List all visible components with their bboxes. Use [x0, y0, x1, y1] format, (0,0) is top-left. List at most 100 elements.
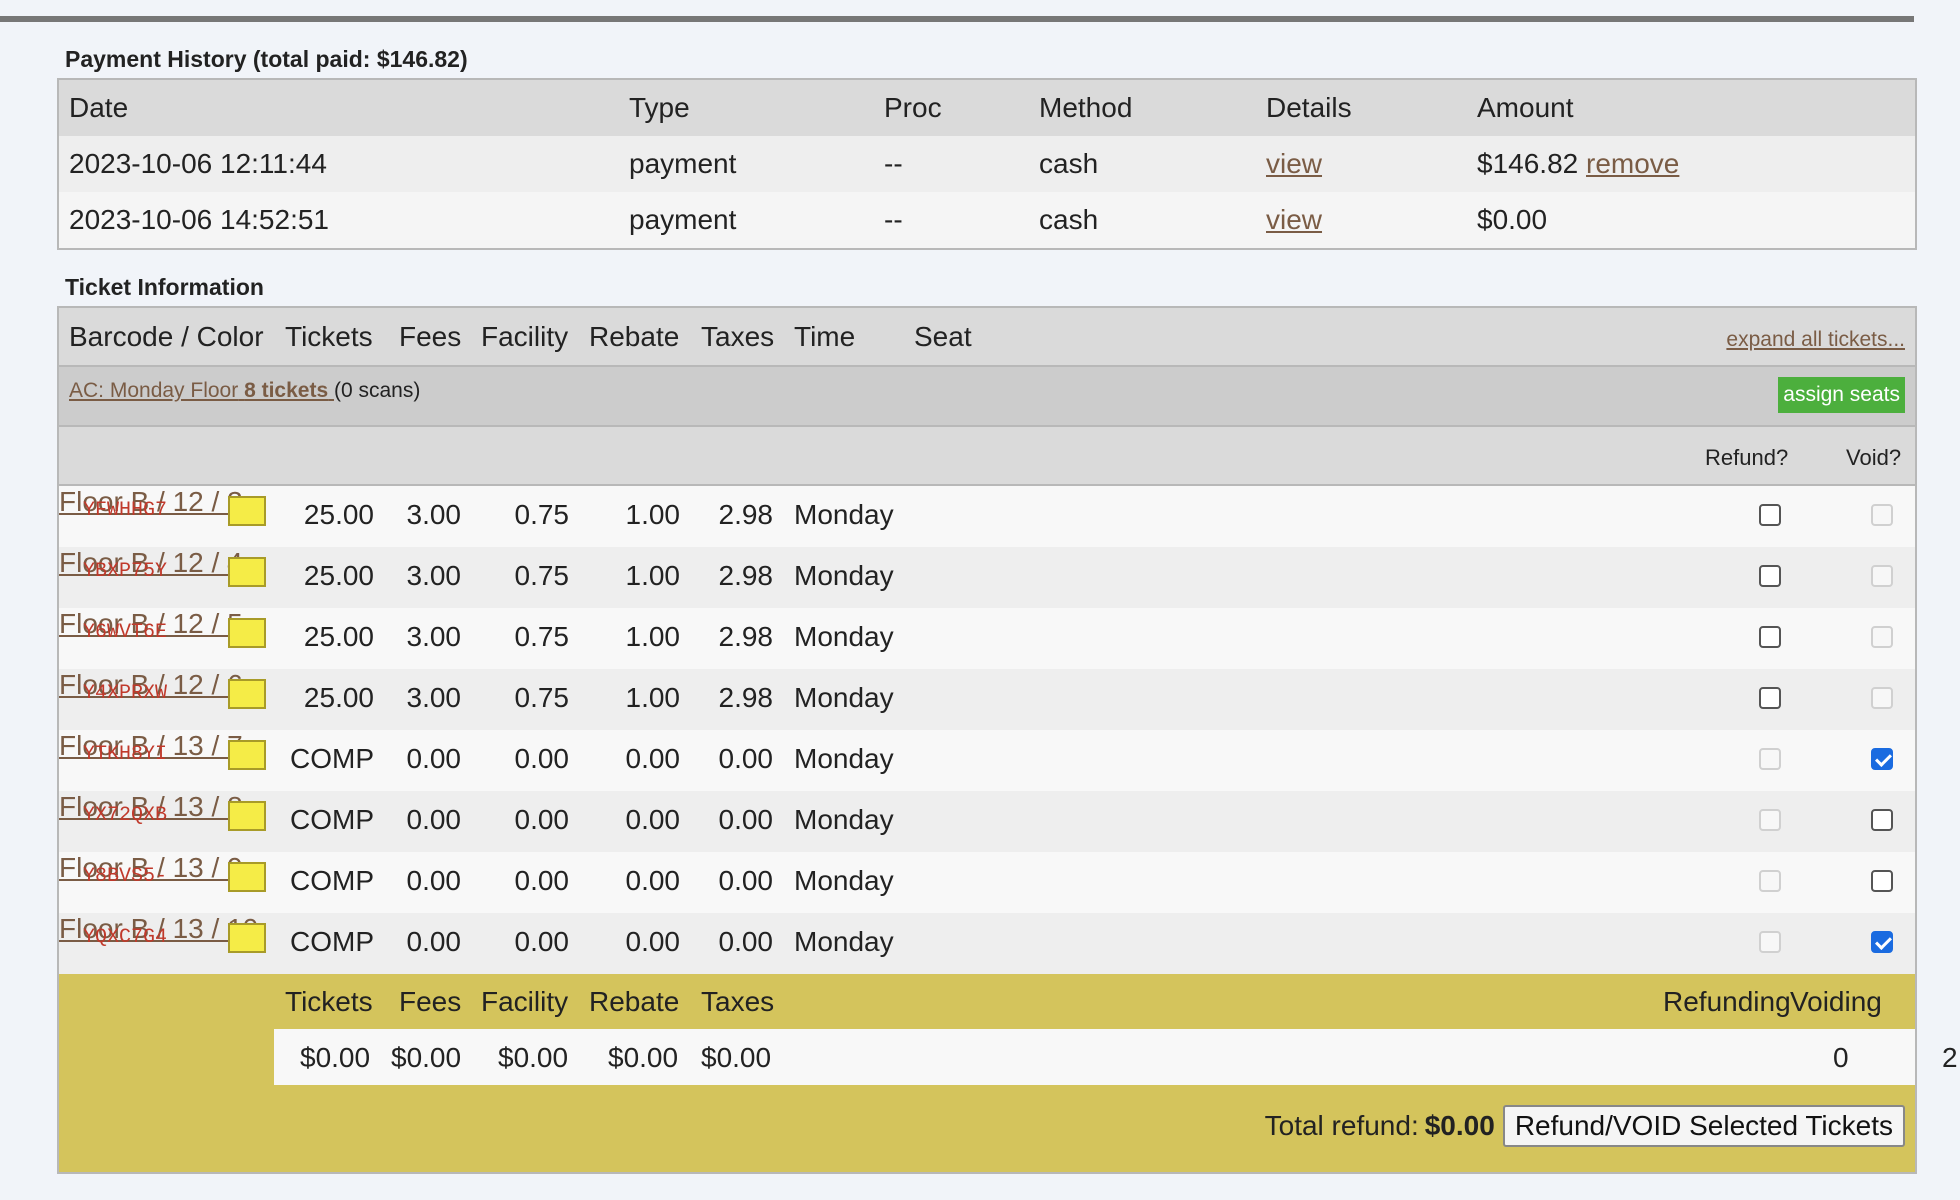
refund-checkbox[interactable]	[1759, 504, 1781, 526]
ticket-row: YFWHHG7 25.00 3.00 0.75 1.00 2.98 Monday Floor …	[59, 486, 1915, 547]
ticket-facility: 0.00	[514, 743, 570, 774]
total-refund-amount: $0.00	[1424, 1110, 1495, 1141]
void-column-label: Void?	[1846, 445, 1902, 470]
payment-details-cell: view	[1256, 136, 1467, 192]
refund-checkbox	[1759, 870, 1781, 892]
ticket-color-swatch	[228, 557, 266, 587]
ticket-time: Monday	[794, 621, 894, 652]
ticket-price: 25.00	[303, 682, 374, 713]
ticket-barcode: YTKH8YI	[83, 743, 168, 766]
ticket-color-swatch	[228, 801, 266, 831]
ticket-barcode: Y6WVT6E	[83, 621, 168, 644]
summary-header-refunding: Refunding	[1663, 986, 1791, 1017]
summary-header-rebate: Rebate	[589, 986, 680, 1017]
void-checkbox[interactable]	[1871, 748, 1893, 770]
payment-amount-cell: $146.82 remove	[1467, 136, 1915, 192]
ticket-time: Monday	[794, 804, 894, 835]
ticket-barcode: Y4XPRXW	[83, 682, 168, 705]
payment-history-table: Date Type Proc Method Details Amount 202…	[57, 78, 1917, 250]
assign-seats-button[interactable]: assign seats	[1778, 377, 1905, 413]
ticket-row: Y8BVS5- COMP 0.00 0.00 0.00 0.00 Monday Floor B…	[59, 852, 1915, 913]
ticket-rebate: 1.00	[625, 621, 681, 652]
ticket-rebate: 0.00	[625, 865, 681, 896]
refund-checkbox[interactable]	[1759, 565, 1781, 587]
group-count: 8 tickets	[244, 379, 329, 402]
ticket-time: Monday	[794, 743, 894, 774]
ticket-fees: 0.00	[406, 804, 462, 835]
ticket-barcode: YX72QXB	[83, 804, 168, 827]
ticket-barcode: YQXC7G4	[83, 926, 168, 949]
ticket-barcode: YBXP75Y	[83, 560, 168, 583]
ticket-taxes: 2.98	[718, 560, 774, 591]
header-proc: Proc	[884, 92, 942, 123]
view-payment-link[interactable]: view	[1266, 148, 1322, 179]
ticket-taxes: 0.00	[718, 926, 774, 957]
ticket-price: 25.00	[303, 621, 374, 652]
ticket-time: Monday	[794, 682, 894, 713]
header-details: Details	[1266, 92, 1352, 123]
expand-all-tickets-link[interactable]: expand all tickets...	[1726, 328, 1905, 352]
header-amount: Amount	[1477, 92, 1574, 123]
void-checkbox[interactable]	[1871, 809, 1893, 831]
header-fees: Fees	[399, 321, 462, 352]
ticket-rebate: 0.00	[625, 926, 681, 957]
ticket-row: YX72QXB COMP 0.00 0.00 0.00 0.00 Monday Floor B…	[59, 791, 1915, 852]
ticket-taxes: 0.00	[718, 804, 774, 835]
ticket-rebate: 1.00	[625, 682, 681, 713]
ticket-price: 25.00	[303, 560, 374, 591]
ticket-fees: 0.00	[406, 865, 462, 896]
void-checkbox	[1871, 687, 1893, 709]
ticket-row: YBXP75Y 25.00 3.00 0.75 1.00 2.98 Monday Floor …	[59, 547, 1915, 608]
ticket-row: YTKH8YI COMP 0.00 0.00 0.00 0.00 Monday Floor B…	[59, 730, 1915, 791]
refund-void-selected-button[interactable]: Refund/VOID Selected Tickets	[1502, 1105, 1905, 1147]
void-checkbox[interactable]	[1871, 931, 1893, 953]
ticket-group-label: AC: Monday Floor 8 tickets (0 scans)	[69, 379, 420, 403]
void-checkbox[interactable]	[1871, 870, 1893, 892]
ticket-taxes: 2.98	[718, 621, 774, 652]
payment-method: cash	[1039, 148, 1099, 179]
header-time: Time	[794, 321, 856, 352]
top-divider	[0, 16, 1914, 22]
payment-details-cell: view	[1256, 192, 1467, 248]
payment-history-title: Payment History (total paid: $146.82)	[65, 46, 468, 72]
summary-facility-value: $0.00	[498, 1042, 569, 1073]
ticket-fees: 3.00	[406, 499, 462, 530]
refund-checkbox[interactable]	[1759, 626, 1781, 648]
group-name: AC: Monday Floor	[69, 379, 239, 402]
ticket-color-swatch	[228, 496, 266, 526]
ticket-group-link[interactable]: AC: Monday Floor 8 tickets	[69, 379, 334, 402]
void-checkbox	[1871, 565, 1893, 587]
payment-method: cash	[1039, 204, 1099, 235]
total-refund-line: Total refund: $0.00 Refund/VOID Selected…	[1265, 1105, 1905, 1147]
ticket-fees: 0.00	[406, 743, 462, 774]
ticket-row: YQXC7G4 COMP 0.00 0.00 0.00 0.00 Monday Floor B…	[59, 913, 1915, 974]
ticket-rebate: 1.00	[625, 499, 681, 530]
header-method: Method	[1039, 92, 1133, 123]
ticket-taxes: 2.98	[718, 682, 774, 713]
view-payment-link[interactable]: view	[1266, 204, 1322, 235]
payment-type: payment	[629, 204, 737, 235]
ticket-fees: 0.00	[406, 926, 462, 957]
summary-taxes-value: $0.00	[701, 1042, 772, 1073]
ticket-fees: 3.00	[406, 682, 462, 713]
ticket-color-swatch	[228, 740, 266, 770]
refund-column-label: Refund?	[1705, 445, 1789, 470]
ticket-header-row: Barcode / Color Tickets Fees Facility Re…	[59, 308, 1915, 367]
ticket-facility: 0.75	[514, 682, 570, 713]
refund-checkbox[interactable]	[1759, 687, 1781, 709]
ticket-fees: 3.00	[406, 560, 462, 591]
ticket-color-swatch	[228, 923, 266, 953]
ticket-price: COMP	[290, 743, 374, 774]
header-barcode-color: Barcode / Color	[69, 321, 264, 352]
ticket-information-table: Barcode / Color Tickets Fees Facility Re…	[57, 306, 1958, 1174]
refund-void-header-row: Refund? Void?	[59, 427, 1915, 486]
ticket-facility: 0.00	[514, 865, 570, 896]
ticket-taxes: 0.00	[718, 743, 774, 774]
ticket-barcode: YFWHHG7	[83, 499, 168, 522]
ticket-group-row: AC: Monday Floor 8 tickets (0 scans) ass…	[59, 367, 1915, 427]
payment-amount: $0.00	[1477, 204, 1548, 235]
remove-payment-link[interactable]: remove	[1586, 148, 1679, 179]
ticket-row: Y4XPRXW 25.00 3.00 0.75 1.00 2.98 Monday Floor …	[59, 669, 1915, 730]
ticket-time: Monday	[794, 560, 894, 591]
ticket-color-swatch	[228, 679, 266, 709]
